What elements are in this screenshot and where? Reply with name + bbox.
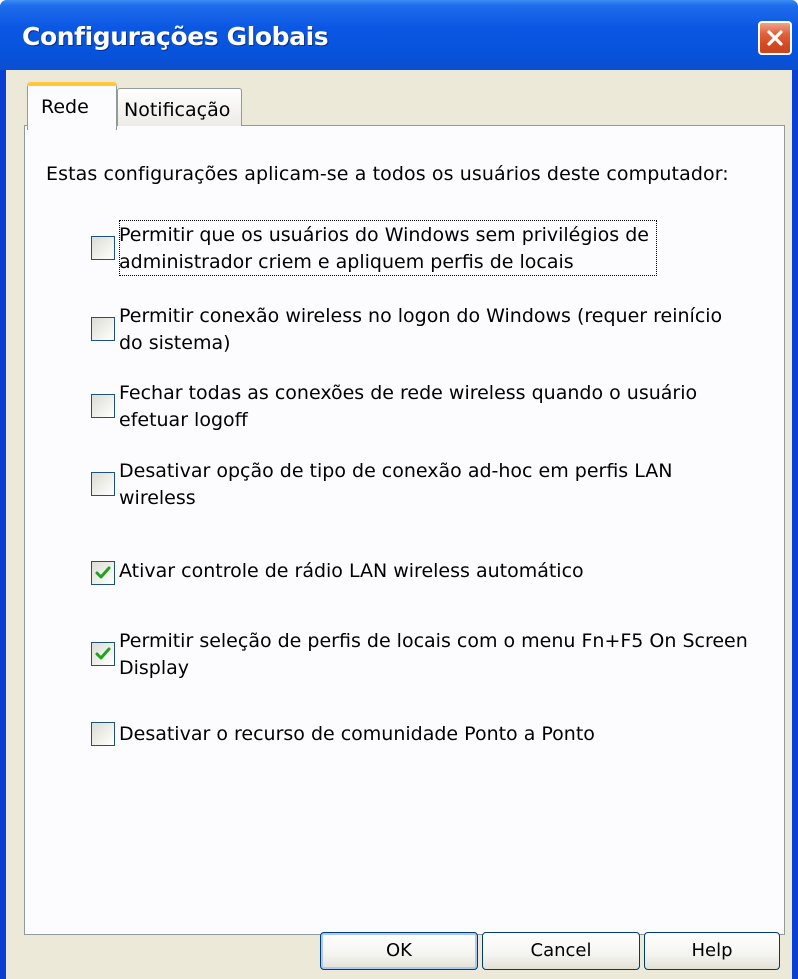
checkmark-icon <box>95 566 111 579</box>
tab-rede[interactable]: Rede <box>27 82 117 130</box>
checkbox[interactable] <box>91 722 115 746</box>
close-button[interactable] <box>758 21 792 55</box>
tab-notificacao[interactable]: Notificação <box>117 88 242 126</box>
option-label: Ativar controle de rádio LAN wireless au… <box>119 560 584 582</box>
ok-button[interactable]: OK <box>320 932 478 970</box>
checkbox[interactable] <box>91 317 115 341</box>
checkbox-checked[interactable] <box>91 642 115 666</box>
tab-selected-accent <box>27 82 117 86</box>
option-label: Permitir conexão wireless no logon do Wi… <box>119 305 723 354</box>
option-label: Fechar todas as conexões de rede wireles… <box>119 382 698 431</box>
option-label: Desativar o recurso de comunidade Ponto … <box>119 723 595 745</box>
option-label: Permitir que os usuários do Windows sem … <box>119 224 649 273</box>
option-label: Desativar opção de tipo de conexão ad-ho… <box>119 460 673 509</box>
close-icon <box>767 30 783 46</box>
title-bar[interactable]: Configurações Globais <box>0 0 798 70</box>
dialog-window: Configurações Globais Notificação Rede E… <box>0 0 798 979</box>
help-button[interactable]: Help <box>644 932 780 970</box>
checkmark-icon <box>95 647 111 660</box>
checkbox-checked[interactable] <box>91 561 115 585</box>
option-label: Permitir seleção de perfis de locais com… <box>119 630 748 679</box>
checkbox[interactable] <box>91 472 115 496</box>
tab-label: Notificação <box>124 99 231 121</box>
checkbox[interactable] <box>91 236 115 260</box>
dialog-body: Notificação Rede Estas configurações apl… <box>6 70 792 979</box>
cancel-button[interactable]: Cancel <box>482 932 640 970</box>
tab-label: Rede <box>41 96 89 118</box>
window-title: Configurações Globais <box>22 22 329 51</box>
checkbox[interactable] <box>91 394 115 418</box>
intro-text: Estas configurações aplicam-se a todos o… <box>46 163 729 185</box>
